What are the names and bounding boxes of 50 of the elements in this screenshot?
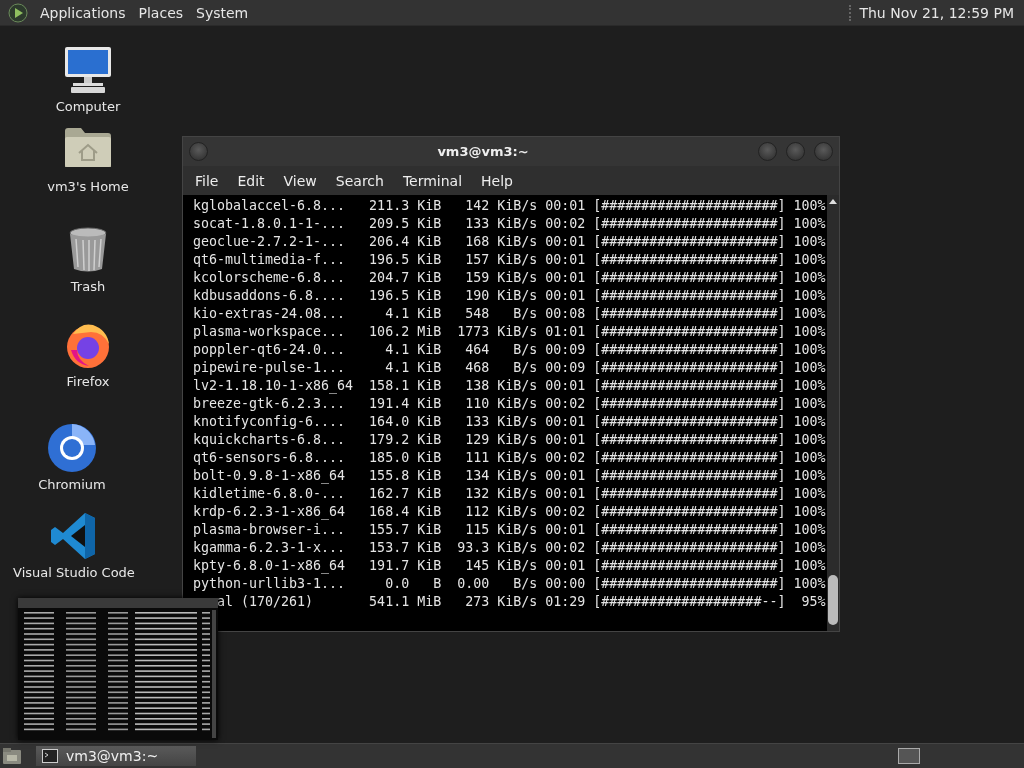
- terminal-line: pipewire-pulse-1... 4.1 KiB 468 B/s 00:09 [######################] 100%: [193, 359, 827, 377]
- icon-label[interactable]: vm3's Home: [47, 179, 129, 194]
- terminal-line: krdp-6.2.3-1-x86_64 168.4 KiB 112 KiB/s 00:02 [######################] 100%: [193, 503, 827, 521]
- terminal-line: poppler-qt6-24.0... 4.1 KiB 464 B/s 00:09 [######################] 100%: [193, 341, 827, 359]
- terminal-icon: [42, 749, 58, 763]
- workspace-switcher[interactable]: [898, 748, 920, 764]
- monitor-icon[interactable]: [63, 45, 113, 95]
- panel-menu[interactable]: System: [190, 4, 256, 21]
- icon-label[interactable]: Visual Studio Code: [13, 565, 135, 580]
- terminal-line: qt6-multimedia-f... 196.5 KiB 157 KiB/s 00:01 [######################] 100%: [193, 251, 827, 269]
- icon-label[interactable]: Computer: [55, 99, 121, 114]
- clock[interactable]: Thu Nov 21, 12:59 PM: [849, 4, 1018, 21]
- scroll-up-icon[interactable]: [828, 197, 838, 205]
- icon-label[interactable]: Trash: [70, 279, 106, 294]
- icon-label[interactable]: Chromium: [38, 477, 106, 492]
- terminal-line: knotifyconfig-6.... 164.0 KiB 133 KiB/s 00:01 [######################] 100%: [193, 413, 827, 431]
- terminal-line: kpty-6.8.0-1-x86_64 191.7 KiB 145 KiB/s 00:01 [######################] 100%: [193, 557, 827, 575]
- circle-icon[interactable]: [47, 423, 97, 473]
- terminal-line: kidletime-6.8.0-... 162.7 KiB 132 KiB/s 00:01 [######################] 100%: [193, 485, 827, 503]
- show-desktop-icon[interactable]: [2, 747, 22, 765]
- terminal-line: kcolorscheme-6.8... 204.7 KiB 159 KiB/s 00:01 [######################] 100%: [193, 269, 827, 287]
- panel-menu[interactable]: Applications: [34, 4, 133, 21]
- window-title: vm3@vm3:~: [436, 144, 530, 159]
- menu-item[interactable]: File: [187, 172, 227, 189]
- terminal-line: plasma-browser-i... 155.7 KiB 115 KiB/s 00:01 [######################] 100%: [193, 521, 827, 539]
- menu-item[interactable]: View: [275, 172, 325, 189]
- task-button[interactable]: vm3@vm3:~: [36, 746, 196, 766]
- scrollbar[interactable]: [827, 195, 839, 631]
- terminal-line: kdbusaddons-6.8.... 196.5 KiB 190 KiB/s 00:01 [######################] 100%: [193, 287, 827, 305]
- app-menu-icon[interactable]: [8, 2, 28, 23]
- icon-label[interactable]: Firefox: [66, 374, 110, 389]
- terminal-line: python-urllib3-1... 0.0 B 0.00 B/s 00:00 [######################] 100%: [193, 575, 827, 593]
- terminal-line: qt6-sensors-6.8.... 185.0 KiB 111 KiB/s 00:02 [######################] 100%: [193, 449, 827, 467]
- terminal-line: al (170/261) 541.1 MiB 273 KiB/s 01:29 [####################--] 95%: [216, 593, 827, 611]
- menu-item[interactable]: Search: [327, 172, 392, 189]
- terminal-line: breeze-gtk-6.2.3... 191.4 KiB 110 KiB/s 00:02 [######################] 100%: [193, 395, 827, 413]
- menu-item[interactable]: Terminal: [394, 172, 471, 189]
- panel-menu[interactable]: Places: [132, 4, 191, 21]
- terminal-line: plasma-workspace... 106.2 MiB 1773 KiB/s 01:01 [######################] 100%: [193, 323, 827, 341]
- terminal-line: lv2-1.18.10-1-x86_64 158.1 KiB 138 KiB/s 00:01 [######################] 100%: [193, 377, 827, 395]
- terminal-line: kgamma-6.2.3-1-x... 153.7 KiB 93.3 KiB/s 00:02 [######################] 100%: [193, 539, 827, 557]
- terminal-line: bolt-0.9.8-1-x86_64 155.8 KiB 134 KiB/s 00:01 [######################] 100%: [193, 467, 827, 485]
- terminal-line: geoclue-2.7.2-1-... 206.4 KiB 168 KiB/s 00:01 [######################] 100%: [193, 233, 827, 251]
- terminal-line: socat-1.8.0.1-1-... 209.5 KiB 133 KiB/s 00:02 [######################] 100%: [193, 215, 827, 233]
- terminal-line: kio-extras-24.08... 4.1 KiB 548 B/s 00:08 [######################] 100%: [193, 305, 827, 323]
- menu-item[interactable]: Help: [473, 172, 521, 189]
- terminal-line: kquickcharts-6.8... 179.2 KiB 129 KiB/s 00:01 [######################] 100%: [193, 431, 827, 449]
- menu-item[interactable]: Edit: [229, 172, 273, 189]
- scroll-thumb[interactable]: [828, 575, 838, 625]
- terminal-line: kglobalaccel-6.8... 211.3 KiB 142 KiB/s 00:01 [######################] 100%: [193, 197, 827, 215]
